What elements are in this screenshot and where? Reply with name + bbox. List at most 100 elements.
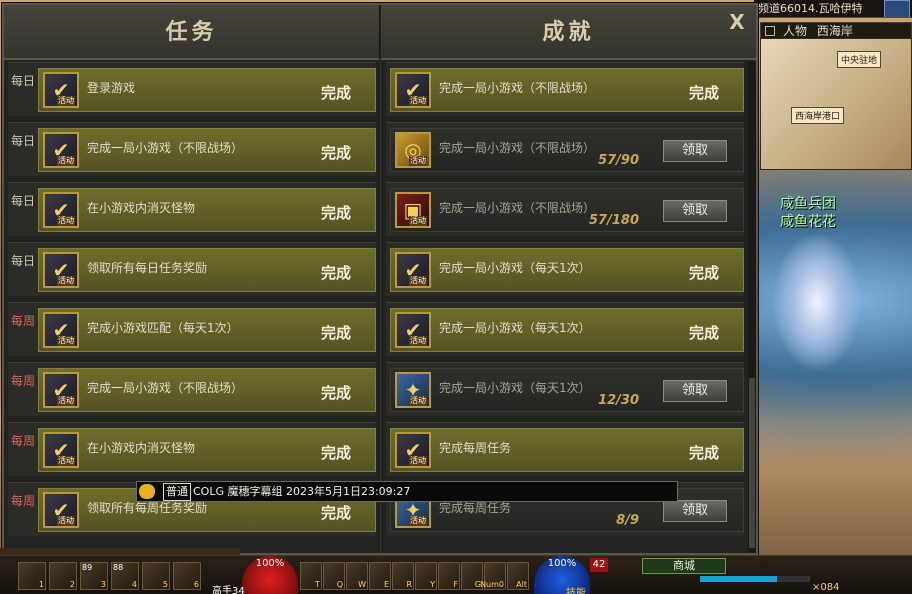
task-period: 每日 [10, 74, 35, 88]
scroll-check-icon[interactable]: ✔ 活动 [43, 252, 79, 288]
icon-caption: 活动 [57, 276, 75, 286]
achievements-header: 成就 [381, 5, 756, 60]
minimap[interactable]: 中央驻地 西海岸港口 [760, 38, 912, 170]
task-status: 完成 [320, 324, 351, 342]
scroll-check-icon[interactable]: ✔ 活动 [395, 432, 431, 468]
skill-slot[interactable]: F [438, 562, 460, 590]
item-slot[interactable]: 88 4 [111, 562, 139, 590]
skill-slot[interactable]: Alt [507, 562, 529, 590]
skill-label[interactable]: 技能 [566, 584, 586, 594]
scroll-check-icon[interactable]: ✔ 活动 [43, 372, 79, 408]
task-name: 在小游戏内消灭怪物 [87, 441, 196, 455]
task-bar[interactable]: ✔ 活动 在小游戏内消灭怪物 完成 [38, 188, 376, 232]
task-period: 每周 [10, 434, 35, 448]
item-slot[interactable]: 5 [142, 562, 170, 590]
task-bar[interactable]: ✔ 活动 在小游戏内消灭怪物 完成 [38, 428, 376, 472]
map-label-central: 中央驻地 [837, 51, 882, 68]
task-name: 领取所有每日任务奖励 [87, 261, 208, 275]
achievement-bar[interactable]: ✦ 活动 完成一局小游戏（每天1次） 12/30 领取 [390, 368, 744, 412]
character-name: 咸鱼花花 [780, 214, 836, 230]
skill-slot[interactable]: W [346, 562, 368, 590]
achievement-bar[interactable]: ▣ 活动 完成一局小游戏（不限战场） 57/180 领取 [390, 188, 744, 232]
achievement-progress: 57/90 [598, 153, 639, 168]
skill-slot[interactable]: Num0 [480, 562, 506, 590]
icon-caption: 活动 [409, 276, 427, 286]
achievement-scrollbar[interactable] [748, 62, 756, 553]
task-list: 每日 ✔ 活动 登录游戏 完成 每日 ✔ 活动 完成一局小游戏（不限战场） 完成 每日 ✔ 活动 在小游戏… [8, 62, 376, 553]
scroll-check-icon[interactable]: ✔ 活动 [43, 492, 79, 528]
item-slot[interactable]: 2 [49, 562, 77, 590]
task-bar[interactable]: ✔ 活动 完成一局小游戏（不限战场） 完成 [38, 128, 376, 172]
skill-key: F [453, 580, 458, 589]
scroll-check-icon[interactable]: ✔ 活动 [43, 432, 79, 468]
scroll-check-icon[interactable]: ✔ 活动 [43, 72, 79, 108]
achievement-bar[interactable]: ◎ 活动 完成一局小游戏（不限战场） 57/90 领取 [390, 128, 744, 172]
task-bar[interactable]: ✔ 活动 登录游戏 完成 [38, 68, 376, 112]
channel-bar: 频道66014.瓦哈伊特 [754, 0, 912, 18]
task-bar[interactable]: ✔ 活动 完成小游戏匹配（每天1次） 完成 [38, 308, 376, 352]
task-bar[interactable]: ✔ 活动 完成一局小游戏（不限战场） 完成 [38, 368, 376, 412]
skill-slot[interactable]: E [369, 562, 391, 590]
scroll-check-icon[interactable]: ✔ 活动 [43, 312, 79, 348]
skill-slot[interactable]: T [300, 562, 322, 590]
icon-caption: 活动 [409, 96, 427, 106]
item-slot[interactable]: 1 [18, 562, 46, 590]
skill-key: T [315, 580, 320, 589]
achievement-name: 完成一局小游戏（不限战场） [439, 201, 596, 215]
scroll-check-icon[interactable]: ✔ 活动 [43, 192, 79, 228]
shop-button[interactable]: 商城 [642, 558, 726, 574]
achievement-progress: 57/180 [589, 213, 639, 228]
task-name: 完成一局小游戏（不限战场） [87, 141, 244, 155]
achievement-row: ✔ 活动 完成一局小游戏（每天1次） 完成 [386, 302, 744, 356]
scroll-check-icon[interactable]: ✔ 活动 [43, 132, 79, 168]
gold-coins-icon[interactable]: ◎ 活动 [395, 132, 431, 168]
claim-button[interactable]: 领取 [663, 140, 727, 162]
claim-button[interactable]: 领取 [663, 380, 727, 402]
item-slot[interactable]: 89 3 [80, 562, 108, 590]
scroll-check-icon[interactable]: ✔ 活动 [395, 312, 431, 348]
slot-key: 5 [162, 580, 168, 589]
skill-slot[interactable]: R [392, 562, 414, 590]
skill-slot[interactable]: Q [323, 562, 345, 590]
close-button[interactable]: X [726, 11, 748, 33]
slot-key: 1 [38, 580, 44, 589]
map-toggle-icon[interactable] [765, 26, 775, 36]
achievement-row: ✦ 活动 完成一局小游戏（每天1次） 12/30 领取 [386, 362, 744, 416]
achievement-bar[interactable]: ✔ 活动 完成一局小游戏（每天1次） 完成 [390, 248, 744, 292]
task-period: 每周 [10, 374, 35, 388]
icon-caption: 活动 [409, 216, 427, 226]
skill-key: Num0 [480, 580, 504, 589]
character-sprite[interactable] [772, 232, 862, 372]
scroll-check-icon[interactable]: ✔ 活动 [395, 72, 431, 108]
task-bar[interactable]: ✔ 活动 领取所有每日任务奖励 完成 [38, 248, 376, 292]
task-status: 完成 [320, 264, 351, 282]
task-status: 完成 [320, 504, 351, 522]
skill-slot[interactable]: Y [415, 562, 437, 590]
achievement-bar[interactable]: ✔ 活动 完成一局小游戏（每天1次） 完成 [390, 308, 744, 352]
scroll-check-icon[interactable]: ✔ 活动 [395, 252, 431, 288]
area-tab[interactable]: 人物 [783, 24, 807, 38]
achievement-row: ✔ 活动 完成一局小游戏（每天1次） 完成 [386, 242, 744, 296]
achievement-bar[interactable]: ✔ 活动 完成每周任务 完成 [390, 428, 744, 472]
exp-bar [700, 576, 810, 582]
blue-scroll-icon[interactable]: ✦ 活动 [395, 372, 431, 408]
icon-caption: 活动 [57, 396, 75, 406]
achievement-bar[interactable]: ✔ 活动 完成一局小游戏（不限战场） 完成 [390, 68, 744, 112]
mp-value: 100% [547, 558, 577, 569]
channel-badge-icon[interactable] [884, 0, 910, 17]
red-chest-icon[interactable]: ▣ 活动 [395, 192, 431, 228]
achievement-name: 完成一局小游戏（不限战场） [439, 81, 596, 95]
hotbar: 1 2 89 3 88 4 5 6 100% 高手34 T Q W E R Y F G Num0 Alt 100… [0, 555, 912, 594]
slot-count: 88 [113, 563, 124, 572]
icon-caption: 活动 [409, 516, 427, 526]
claim-button[interactable]: 领取 [663, 500, 727, 522]
achievement-name: 完成一局小游戏（每天1次） [439, 261, 591, 275]
skill-key: E [383, 580, 389, 589]
skill-key: W [358, 580, 366, 589]
claim-button[interactable]: 领取 [663, 200, 727, 222]
item-slot[interactable]: 6 [173, 562, 201, 590]
skill-key: Alt [516, 580, 527, 589]
skill-key: Y [430, 580, 435, 589]
scrollbar-thumb[interactable] [749, 378, 755, 548]
skill-key: R [406, 580, 412, 589]
